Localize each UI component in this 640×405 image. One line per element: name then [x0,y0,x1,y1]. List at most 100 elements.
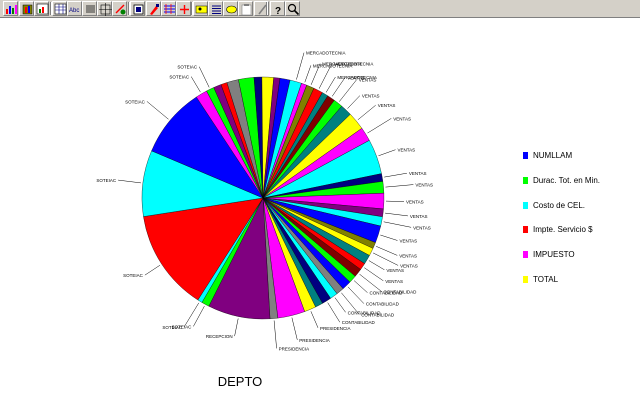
legend-swatch [523,251,528,259]
clipboard-button[interactable] [238,1,253,16]
leader-line [372,252,399,266]
add-icon [180,5,189,14]
legend-item: IMPUESTO [520,249,630,274]
slice-label: CONTABILIDAD [370,291,404,296]
tools-button[interactable] [112,1,127,16]
pattern-icon [164,4,175,14]
slice-label: SOTEIAC [169,75,190,80]
slice-label: SOTEIAC [123,273,144,278]
svg-text:Abc: Abc [69,8,79,14]
slice-label: SOTEIAC [125,99,146,104]
leader-line [347,95,361,109]
zoom-icon [287,3,300,16]
slice-label: VENTAS [413,225,431,230]
grid-chart-icon [36,3,49,15]
legend-item: NUMLLAM [520,150,630,175]
abc-labels-button[interactable]: Abc [67,1,82,16]
slice-label: RECEPCION [206,334,233,339]
grid-chart-button[interactable] [34,1,49,16]
toolbar-separator [128,2,130,15]
zoom-button[interactable] [285,1,300,16]
leader-line [331,77,346,97]
leader-line [367,118,392,134]
legend-label: Costo de CEL. [533,200,586,210]
image-icon [195,5,208,14]
legend-swatch [523,275,528,283]
slice-label: VENTAS [378,103,396,108]
tools-icon [115,4,126,15]
slice-label: VENTAS [393,116,411,121]
paint-tool-icon [150,4,159,15]
toolbar: Abc? [0,0,640,18]
3d-bar-chart-button[interactable] [19,1,34,16]
leader-line [334,297,346,313]
leader-line [296,52,305,80]
legend-swatch [523,201,528,209]
leader-line [190,76,201,93]
leader-line [357,105,376,120]
leader-line [347,286,365,304]
slice-label: VENTAS [398,148,416,153]
label-tag-button[interactable] [223,1,238,16]
slice-label: MERCADOTECNIA [334,62,374,67]
list-view-icon [86,5,95,13]
help-button[interactable]: ? [270,1,285,16]
leader-line [183,302,200,327]
legend-label: Impte. Servicio $ [533,225,593,235]
slice-label: SOTEIAC [162,325,183,330]
data-table-button[interactable] [52,1,67,16]
pattern-button[interactable] [161,1,176,16]
slice-label: PRESIDENCIA [299,338,330,343]
slice-label: MERCADOTECNIA [306,51,346,56]
leader-line [144,264,161,276]
legend-label: IMPUESTO [533,250,575,260]
select-box-button[interactable] [130,1,145,16]
legend: NUMLLAM Durac. Tot. en Min. Costo de CEL. I… [520,150,630,299]
list-lines-button[interactable] [208,1,223,16]
svg-text:?: ? [275,6,281,16]
toolbar-separator [191,2,193,15]
legend-label: Durac. Tot. en Min. [533,175,600,185]
slice-label: VENTAS [399,253,417,258]
legend-swatch [523,226,528,234]
leader-line [273,320,277,349]
crosshair-grid-button[interactable] [97,1,112,16]
leader-line [234,318,239,337]
leader-line [385,184,414,188]
bar-chart-icon [6,5,17,14]
legend-item: Durac. Tot. en Min. [520,175,630,200]
bar-chart-button[interactable] [3,1,18,16]
leader-line [376,246,398,256]
add-button[interactable] [176,1,191,16]
legend-swatch [523,176,528,184]
legend-item: Impte. Servicio $ [520,224,630,249]
legend-item: Costo de CEL. [520,200,630,225]
slice-label: VENTAS [385,279,403,284]
paint-tool-button[interactable] [146,1,161,16]
slice-label: VENTAS [410,214,428,219]
leader-line [359,274,382,292]
slice-label: VENTAS [409,171,427,176]
list-view-button[interactable] [82,1,97,16]
legend-label: NUMLLAM [533,151,573,160]
crosshair-grid-icon [99,3,112,16]
data-table-icon [54,3,67,15]
leader-line [325,76,336,93]
slice-label: VENTAS [386,268,404,273]
toolbar-separator [50,2,52,15]
image-button[interactable] [193,1,208,16]
slice-label: CONTABILIDAD [348,310,382,315]
slice-label: VENTAS [415,183,433,188]
leader-line [383,221,412,228]
leader-line [310,311,319,328]
leader-line [291,317,298,340]
leader-line [380,234,398,241]
leader-line [385,212,408,217]
slice-label: SOTEIAC [96,178,117,183]
leader-line [364,267,384,282]
help-icon: ? [275,6,281,16]
leader-line [118,179,141,184]
leader-line [353,280,368,293]
slice-label: VENTAS [400,239,418,244]
clipboard-icon [241,4,252,16]
